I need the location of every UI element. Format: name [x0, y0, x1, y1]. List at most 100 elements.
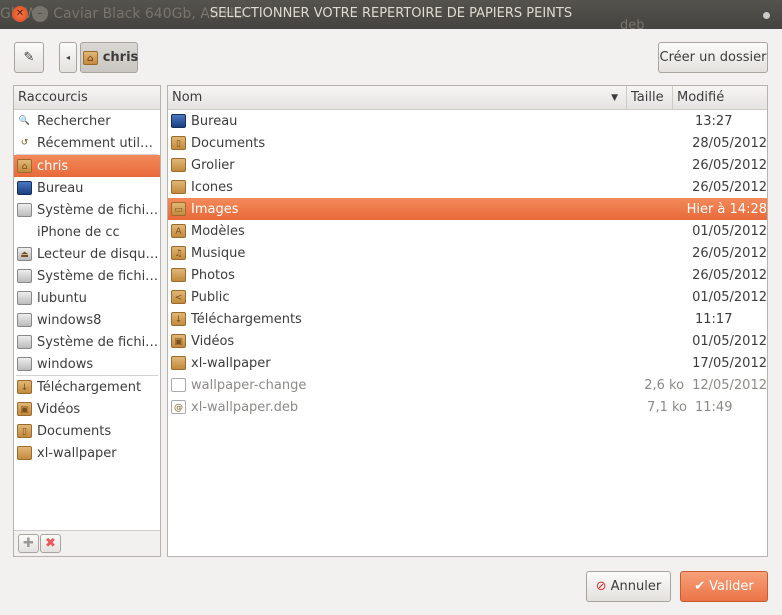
sidebar-item-label: Système de fichi… [37, 334, 159, 350]
drive-icon [17, 291, 32, 305]
video-folder-icon: ▣ [171, 334, 186, 348]
sidebar-item-label: Système de fichi… [37, 202, 159, 218]
folder-icon [171, 268, 186, 282]
download-folder-icon: ↓ [171, 312, 186, 326]
home-folder-icon: ⌂ [17, 159, 32, 173]
public-folder-icon: < [171, 290, 186, 304]
file-size: 2,6 ko [644, 377, 685, 393]
file-row[interactable]: ↓ Téléchargements 11:17 [168, 308, 767, 330]
validate-button[interactable]: ✔ Valider [680, 571, 768, 602]
file-name: Photos [191, 267, 235, 283]
file-name: Documents [191, 135, 266, 151]
file-row[interactable]: ▭ Images Hier à 14:28 [168, 198, 767, 220]
sidebar-item[interactable]: ⌂ chris [14, 155, 160, 177]
sidebar-item[interactable]: Système de fichi… [14, 331, 160, 353]
type-location-button[interactable]: ✎ [14, 42, 44, 73]
eject-drive-icon: ⏏ [17, 247, 32, 261]
sidebar-item-label: windows8 [37, 312, 102, 328]
pencil-icon: ✎ [23, 50, 35, 65]
sidebar-header: Raccourcis [14, 86, 160, 110]
file-row[interactable]: Photos 26/05/2012 [168, 264, 767, 286]
file-row[interactable]: ♫ Musique 26/05/2012 [168, 242, 767, 264]
file-modified: 26/05/2012 [692, 157, 767, 173]
cancel-icon: ⊘ [595, 579, 607, 594]
sidebar-item[interactable]: iPhone de cc [14, 221, 160, 243]
folder-icon [171, 180, 186, 194]
sidebar-item-label: Rechercher [37, 113, 111, 129]
add-bookmark-button[interactable]: ✚ [18, 534, 39, 553]
home-folder-icon: ⌂ [82, 50, 98, 65]
sidebar-item-label: chris [37, 158, 69, 174]
sidebar-item[interactable]: ▣ Vidéos [14, 398, 160, 420]
plus-icon: ✚ [23, 536, 34, 551]
column-name[interactable]: Nom ▼ [168, 86, 627, 109]
file-modified: 26/05/2012 [692, 245, 767, 261]
file-name: Téléchargements [191, 311, 302, 327]
file-row[interactable]: < Public 01/05/2012 [168, 286, 767, 308]
file-row[interactable]: @ xl-wallpaper.deb 7,1 ko 11:49 [168, 396, 767, 418]
file-modified: 26/05/2012 [692, 179, 767, 195]
path-button-chris[interactable]: ⌂ chris [80, 42, 138, 73]
debian-package-icon: @ [171, 400, 186, 414]
sidebar-item[interactable]: windows8 [14, 309, 160, 331]
sidebar-item[interactable]: lubuntu [14, 287, 160, 309]
file-modified: 11:17 [695, 311, 733, 327]
column-size[interactable]: Taille [627, 86, 673, 109]
file-name: Modèles [191, 223, 245, 239]
file-row[interactable]: xl-wallpaper 17/05/2012 [168, 352, 767, 374]
sidebar-item[interactable]: windows [14, 353, 160, 375]
sidebar-item-label: Téléchargement [37, 379, 142, 395]
chevron-left-icon: ◂ [65, 53, 70, 62]
file-modified: 17/05/2012 [692, 355, 767, 371]
sidebar-item[interactable]: ↓ Téléchargement [14, 376, 160, 398]
video-folder-icon: ▣ [17, 402, 32, 416]
folder-icon [171, 356, 186, 370]
file-modified: 01/05/2012 [692, 289, 767, 305]
folder-icon [17, 446, 32, 460]
file-row[interactable]: Bureau 13:27 [168, 110, 767, 132]
sidebar-item[interactable]: ⏏ Lecteur de disqu… [14, 243, 160, 265]
file-row[interactable]: wallpaper-change 2,6 ko 12/05/2012 [168, 374, 767, 396]
file-modified: Hier à 14:28 [686, 201, 767, 217]
file-row[interactable]: ▣ Vidéos 01/05/2012 [168, 330, 767, 352]
file-name: Public [191, 289, 230, 305]
file-modified: 28/05/2012 [692, 135, 767, 151]
file-row[interactable]: ▯ Documents 28/05/2012 [168, 132, 767, 154]
drive-icon [17, 357, 32, 371]
sidebar-item-label: lubuntu [37, 290, 87, 306]
create-folder-button[interactable]: Créer un dossier [658, 42, 768, 73]
file-name: Bureau [191, 113, 238, 129]
sidebar-item[interactable]: xl-wallpaper [14, 442, 160, 464]
sidebar-item-label: Vidéos [37, 401, 81, 417]
desktop-icon [17, 181, 32, 195]
file-modified: 01/05/2012 [692, 333, 767, 349]
file-list: Nom ▼ Taille Modifié Bureau 13:27 ▯ Document… [167, 85, 768, 557]
file-row[interactable]: Grolier 26/05/2012 [168, 154, 767, 176]
window-menu-dot[interactable] [763, 12, 770, 19]
file-name: Grolier [191, 157, 235, 173]
file-name: wallpaper-change [191, 377, 307, 393]
sidebar-item-label: Documents [37, 423, 112, 439]
none-icon [17, 225, 32, 239]
file-list-header: Nom ▼ Taille Modifié [168, 86, 767, 110]
file-modified: 12/05/2012 [692, 377, 767, 393]
documents-folder-icon: ▯ [17, 424, 32, 438]
sidebar-item-label: Récemment util… [37, 135, 153, 151]
sidebar-item-label: Bureau [37, 180, 84, 196]
path-scroll-left-button[interactable]: ◂ [59, 42, 77, 73]
sidebar-item[interactable]: ↺ Récemment util… [14, 132, 160, 154]
file-row[interactable]: A Modèles 01/05/2012 [168, 220, 767, 242]
sidebar-item[interactable]: ▯ Documents [14, 420, 160, 442]
cancel-button[interactable]: ⊘ Annuler [586, 571, 671, 602]
file-name: Images [191, 201, 239, 217]
sidebar-item[interactable]: Système de fichi… [14, 265, 160, 287]
sidebar-item[interactable]: Bureau [14, 177, 160, 199]
file-row[interactable]: Icones 26/05/2012 [168, 176, 767, 198]
file-size: 7,1 ko [647, 399, 687, 415]
column-modified[interactable]: Modifié [673, 90, 724, 105]
sidebar-item-label: windows [37, 356, 94, 372]
remove-bookmark-button[interactable]: ✖ [40, 534, 61, 553]
sidebar-item[interactable]: 🔍 Rechercher [14, 110, 160, 132]
sidebar-item[interactable]: Système de fichi… [14, 199, 160, 221]
recent-icon: ↺ [20, 138, 29, 148]
